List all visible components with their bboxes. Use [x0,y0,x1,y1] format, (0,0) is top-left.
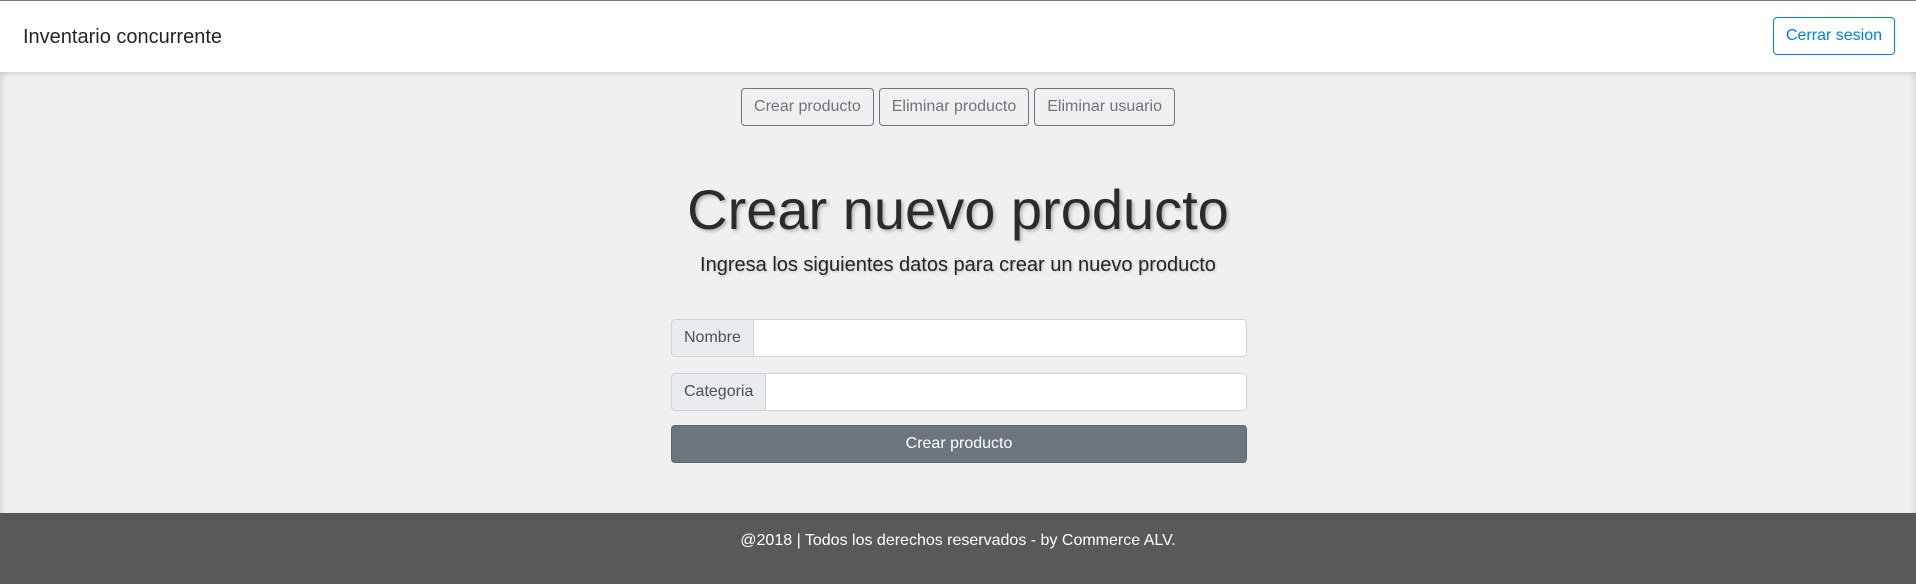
logout-button[interactable]: Cerrar sesion [1772,17,1895,55]
page-subtitle: Ingresa los siguientes datos para crear … [700,254,1216,276]
main-content: Crear producto Eliminar producto Elimina… [0,72,1916,513]
category-label: Categoria [671,373,766,411]
footer: @2018 | Todos los derechos reservados - … [0,513,1916,584]
tab-delete-user[interactable]: Eliminar usuario [1034,88,1175,126]
footer-copyright: @2018 | Todos los derechos reservados - … [740,532,1176,549]
name-label: Nombre [671,319,753,357]
page-title: Crear nuevo producto [687,178,1229,241]
brand-title[interactable]: Inventario concurrente [23,25,222,49]
tab-create-product[interactable]: Crear producto [741,88,874,126]
action-tabs: Crear producto Eliminar producto Elimina… [0,88,1916,126]
name-input[interactable] [752,319,1247,357]
category-input-group: Categoria [671,373,1247,411]
create-product-button[interactable]: Crear producto [671,425,1247,463]
page: Inventario concurrente Cerrar sesion Cre… [0,0,1916,584]
name-input-group: Nombre [671,319,1247,357]
create-product-form: Nombre Categoria Crear producto [671,319,1247,463]
navbar: Inventario concurrente Cerrar sesion [0,1,1916,72]
tab-delete-product[interactable]: Eliminar producto [878,88,1030,126]
category-input[interactable] [765,373,1247,411]
